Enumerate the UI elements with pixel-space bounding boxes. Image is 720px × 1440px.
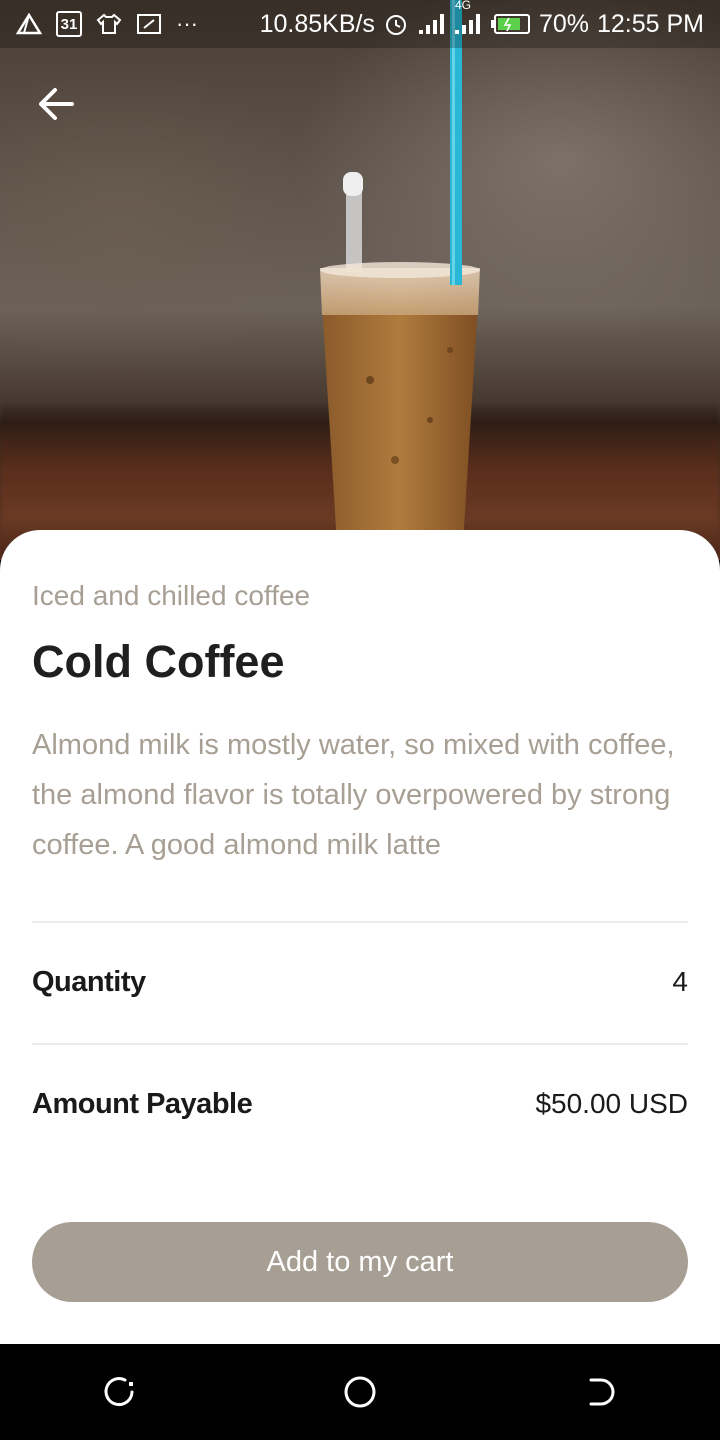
system-back-button[interactable] [560, 1352, 640, 1432]
signal-4g-icon: 4G [453, 0, 481, 36]
divider [32, 921, 688, 923]
notification-icons: 31 ··· [16, 11, 198, 37]
quantity-label: Quantity [32, 965, 146, 998]
recent-apps-button[interactable] [80, 1352, 160, 1432]
amount-label: Amount Payable [32, 1087, 253, 1120]
signal-icon [417, 12, 445, 36]
product-category: Iced and chilled coffee [32, 580, 311, 611]
product-name: Cold Coffee [32, 636, 285, 687]
arrow-left-icon [39, 88, 74, 120]
more-notifications-icon: ··· [176, 11, 198, 36]
product-description: Almond milk is mostly water, so mixed wi… [32, 729, 675, 861]
status-bar: 31 ··· 10.85KB/s 4G 70% 12:55 PM [0, 0, 720, 48]
home-button[interactable] [320, 1352, 400, 1432]
back-icon [589, 1378, 615, 1406]
battery-level: 70% [538, 9, 589, 38]
shirt-icon [96, 12, 122, 36]
quantity-value: 4 [672, 966, 688, 997]
screen: 31 ··· 10.85KB/s 4G 70% 12:55 PM Iced an… [0, 0, 720, 1440]
recent-apps-icon [104, 1377, 134, 1407]
add-to-cart-button[interactable]: Add to my cart [32, 1222, 688, 1302]
divider [32, 1043, 688, 1045]
network-type: 4G [454, 0, 471, 12]
calendar-icon: 31 [56, 11, 82, 37]
clock: 12:55 PM [596, 9, 704, 38]
system-nav-bar [0, 1344, 720, 1440]
drive-icon [16, 12, 42, 36]
product-details-card: Iced and chilled coffee Cold Coffee Almo… [0, 530, 720, 1344]
net-speed: 10.85KB/s [259, 9, 375, 38]
iced-coffee-photo [320, 0, 480, 560]
amount-value: $50.00 USD [535, 1088, 688, 1119]
quantity-row: Quantity 4 [32, 960, 688, 1004]
alarm-icon [383, 11, 409, 37]
screencast-icon [136, 12, 162, 36]
amount-row: Amount Payable $50.00 USD [32, 1082, 688, 1126]
calendar-day: 31 [60, 15, 78, 33]
product-image [0, 0, 720, 560]
home-circle-icon [344, 1376, 376, 1408]
status-right: 10.85KB/s 4G 70% 12:55 PM [259, 0, 704, 39]
battery-icon [489, 12, 531, 36]
back-button[interactable] [30, 80, 82, 128]
